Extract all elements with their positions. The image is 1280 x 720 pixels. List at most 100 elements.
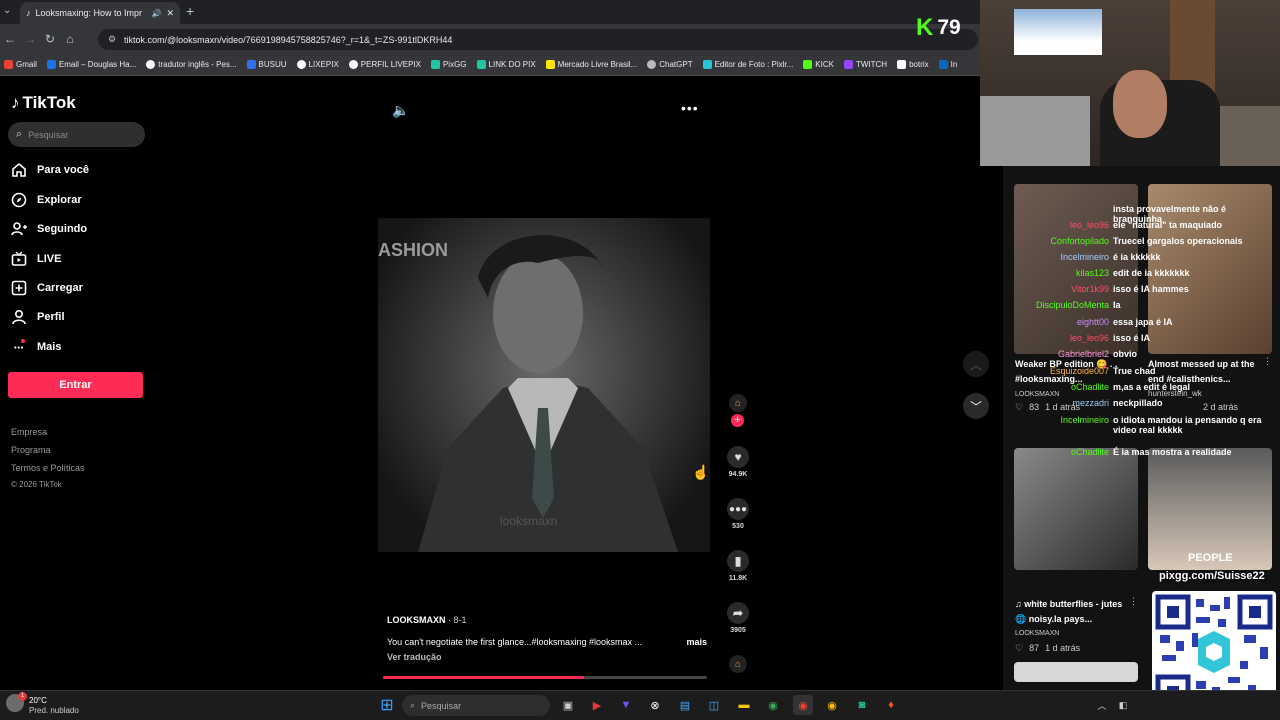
share-button[interactable]: ➦ 3905 [722,602,754,634]
site-info-icon[interactable]: ⚙ [108,34,116,45]
new-tab-button[interactable]: + [186,3,194,19]
bookmark-kick[interactable]: KICK [803,60,834,69]
chat-username[interactable]: mezzadri [1008,398,1109,408]
sidebar-item-para-voce[interactable]: Para você [10,159,150,181]
reload-icon[interactable]: ↻ [40,32,60,46]
notes-app-icon[interactable]: ▤ [675,695,695,715]
comment-button[interactable]: ●●● 530 [722,498,754,530]
sound-disc-icon[interactable]: ⌂ [729,655,747,673]
bookmark-pixlr[interactable]: Editor de Foto : Pixlr... [702,60,793,69]
chat-username[interactable]: DiscipuloDoMenta [1008,300,1109,310]
forward-icon[interactable]: → [20,32,40,46]
author-avatar[interactable]: ⌂ [729,394,747,412]
chat-username[interactable]: leo_leo96 [1008,220,1109,230]
chat-username[interactable]: oChadlite [1008,447,1109,457]
bookmark-email[interactable]: Email – Douglas Ha... [46,60,136,69]
caption-more-link[interactable]: mais [686,637,707,647]
bookmark-lixepix[interactable]: LIXEPIX [296,60,339,69]
previous-video-button[interactable]: ︿ [963,351,989,377]
like-button[interactable]: ♥ 94.9K [722,446,754,478]
suggested-video-thumb[interactable] [1014,448,1138,570]
chat-message: eightt00 essa japa é IA [1008,317,1280,327]
card-menu-icon[interactable]: ⋮ [1129,596,1138,607]
chat-username[interactable]: Esquizoide007 [1008,366,1109,376]
footer-link-programa[interactable]: Programa [11,445,51,455]
chat-username[interactable]: Confortopilado [1008,236,1109,246]
chat-text: isso é IA hammes [1113,284,1189,294]
bookmark-busuu[interactable]: BUSUU [246,60,287,69]
footer-link-termos[interactable]: Termos e Políticas [11,463,85,473]
save-button[interactable]: ▮ 11.8K [722,550,754,582]
bookmark-chatgpt[interactable]: ChatGPT [647,60,693,69]
bookmark-in[interactable]: In [938,60,957,69]
sidebar-item-perfil[interactable]: Perfil [10,306,150,328]
network-icon[interactable]: ◧ [1113,695,1133,715]
video-frame-figure [418,235,678,552]
suggested-card-title[interactable]: ♫ white butterflies - jutes 🌐 noisy.la p… [1015,597,1135,627]
sidebar-item-live[interactable]: LIVE [10,248,150,270]
volume-icon[interactable]: 🔈 [392,102,409,119]
follow-plus-icon[interactable]: + [731,414,744,427]
chat-username[interactable]: eightt00 [1008,317,1109,327]
back-icon[interactable]: ← [0,32,20,46]
address-bar[interactable]: ⚙ tiktok.com/@looksmaxn/video/7669198945… [98,29,978,50]
chat-username[interactable]: kilas123 [1008,268,1109,278]
tiktok-logo[interactable]: ♪ TikTok [11,93,76,113]
bookmark-pixgg[interactable]: PixGG [430,60,467,69]
chat-username[interactable]: Incelmineiro [1008,252,1109,262]
next-video-button[interactable]: ﹀ [963,393,989,419]
store-app-icon[interactable]: ◫ [704,695,724,715]
bookmark-label: Gmail [16,60,37,69]
obs-app-icon[interactable]: ◙ [852,695,872,715]
browser-tab[interactable]: ♪ Looksmaxing: How to Impr 🔊 ✕ [20,2,180,24]
chat-username[interactable]: oChadlite [1008,382,1109,392]
suggested-video-thumb[interactable] [1014,662,1138,682]
chat-message: Gabrielbriel2 obvio [1008,349,1280,359]
home-icon[interactable]: ⌂ [60,32,80,46]
more-options-icon[interactable]: ••• [681,100,699,116]
sidebar-item-carregar[interactable]: Carregar [10,277,150,299]
translate-link[interactable]: Ver tradução [387,652,707,662]
close-tab-icon[interactable]: ✕ [166,8,174,19]
chat-username[interactable]: Vitor1k99 [1008,284,1109,294]
sidebar-item-label: Carregar [37,282,83,294]
chat-username[interactable]: Gabrielbriel2 [1008,349,1109,359]
vpn-app-icon[interactable]: ▼ [616,695,636,715]
sidebar-item-mais[interactable]: ··· Mais [10,336,150,358]
bookmark-twitch[interactable]: TWITCH [843,60,887,69]
login-button[interactable]: Entrar [8,372,143,398]
video-progress-bar[interactable] [383,676,707,679]
brave-icon[interactable]: ♦ [881,695,901,715]
tiktok-search-input[interactable]: ⌕ Pesquisar [8,122,145,147]
chat-username[interactable]: Incelmineiro [1008,415,1109,435]
chat-username[interactable]: leo_leo96 [1008,333,1109,343]
speaker-icon[interactable]: 🔊 [151,9,161,18]
chat-message: Esquizoide007 True chad [1008,366,1280,376]
footer-link-empresa[interactable]: Empresa [11,427,47,437]
bookmark-perfil-livepix[interactable]: PERFIL LIVEPIX [348,60,421,69]
sidebar-item-seguindo[interactable]: Seguindo [10,218,150,240]
author-name[interactable]: LOOKSMAXN [387,615,446,625]
system-tray-chevron-icon[interactable]: ︿ [1092,695,1112,715]
tiktok-favicon-icon: ♪ [26,8,31,18]
bookmark-link-do-pix[interactable]: LINK DO PIX [476,60,536,69]
chat-message: Vitor1k99 isso é IA hammes [1008,284,1280,294]
chrome-icon[interactable]: ◉ [763,695,783,715]
chrome-profile-icon[interactable]: ◉ [822,695,842,715]
sidebar-item-explorar[interactable]: Explorar [10,189,150,211]
kick-logo-icon: K [916,14,934,41]
bookmark-botrix[interactable]: botrix [897,60,929,69]
video-player[interactable]: ASHION looksmaxn [378,218,710,552]
bookmark-mercado-livre[interactable]: Mercado Livre Brasil... [545,60,637,69]
suggested-video-thumb[interactable]: PEOPLE [1148,448,1272,570]
taskbar-search[interactable]: ⌕ Pesquisar [402,695,550,716]
task-view-icon[interactable]: ▣ [558,695,578,715]
bookmark-gmail[interactable]: Gmail [4,60,37,69]
tab-list-icon[interactable]: ⌄ [3,5,11,16]
windows-start-icon[interactable]: ⊞ [377,695,397,715]
bookmark-tradutor[interactable]: tradutor inglês - Pes... [146,60,237,69]
media-app-icon[interactable]: ▶ [587,695,607,715]
chrome-active-icon[interactable]: ◉ [793,695,813,715]
xbox-icon[interactable]: ⊗ [645,695,665,715]
file-explorer-icon[interactable]: ▬ [734,695,754,715]
